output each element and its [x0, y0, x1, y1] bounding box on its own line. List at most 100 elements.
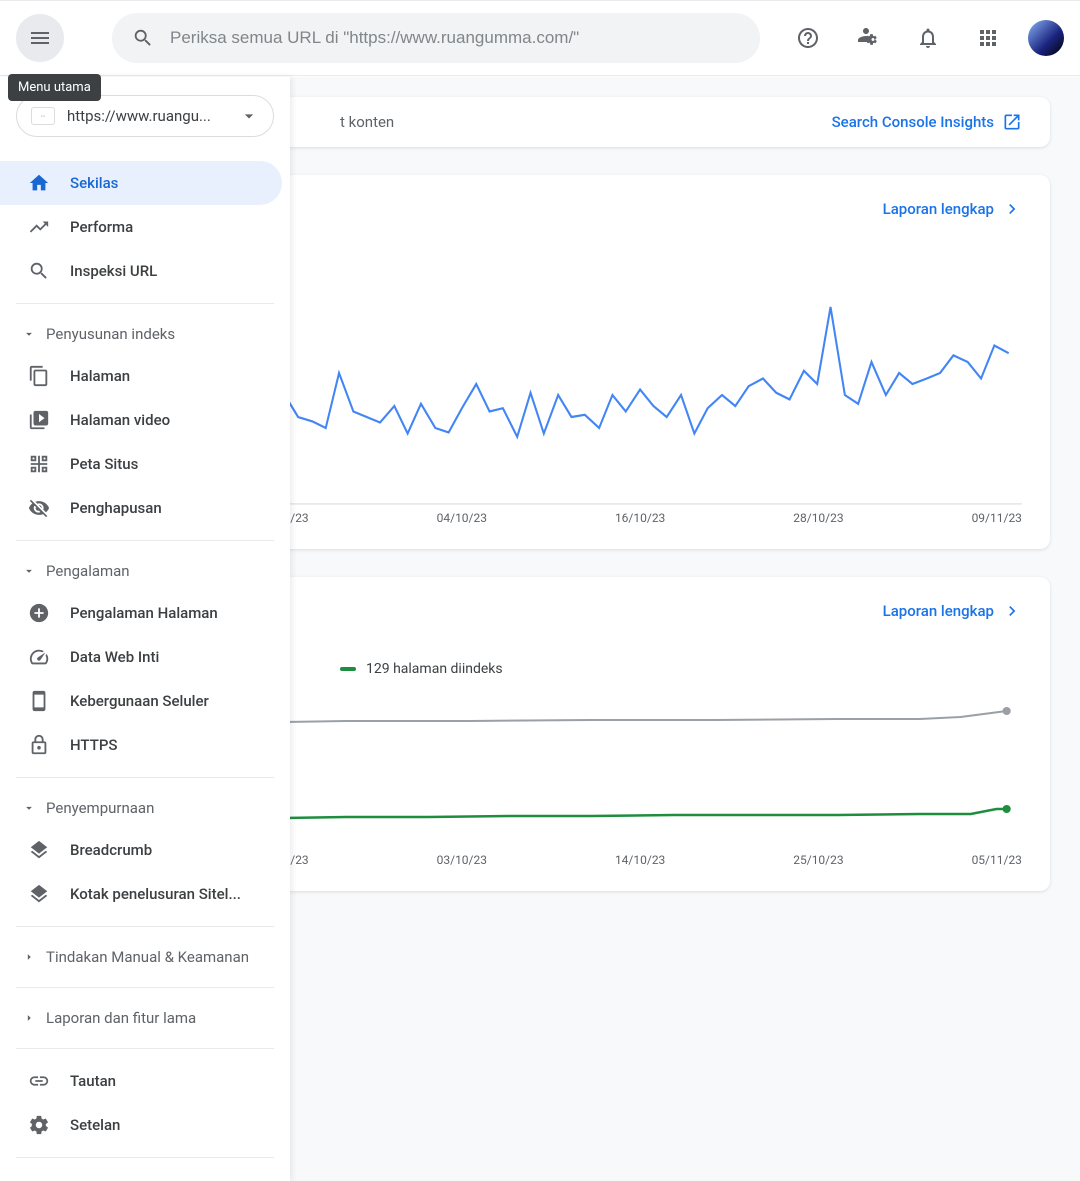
help-icon: [796, 26, 820, 50]
nav-label: Breadcrumb: [70, 841, 152, 859]
nav-breadcrumb[interactable]: Breadcrumb: [0, 828, 282, 872]
nav-page-experience[interactable]: Pengalaman Halaman: [0, 591, 282, 635]
sidebar: ·· https://www.ruangu... Sekilas Perform…: [0, 77, 290, 1181]
nav-label: Kebergunaan Seluler: [70, 692, 209, 710]
nav-url-inspection[interactable]: Inspeksi URL: [0, 249, 282, 293]
nav-label: Tautan: [70, 1072, 116, 1090]
help-button[interactable]: [788, 18, 828, 58]
nav-label: Inspeksi URL: [70, 262, 157, 280]
chevron-right-icon: [22, 1011, 36, 1025]
section-label: Penyusunan indeks: [46, 325, 175, 343]
link-label: Laporan lengkap: [883, 602, 994, 620]
search-icon: [28, 260, 50, 282]
link-icon: [28, 1070, 50, 1092]
user-settings-icon: [856, 26, 880, 50]
account-avatar[interactable]: [1028, 20, 1064, 56]
divider: [16, 926, 274, 927]
link-label: Laporan lengkap: [883, 200, 994, 218]
sitemap-icon: [28, 453, 50, 475]
property-selector[interactable]: ·· https://www.ruangu...: [16, 95, 274, 137]
nav-label: Setelan: [70, 1116, 120, 1134]
notifications-button[interactable]: [908, 18, 948, 58]
search-console-insights-link[interactable]: Search Console Insights: [832, 112, 1022, 132]
divider: [16, 1157, 274, 1158]
section-label: Tindakan Manual & Keamanan: [46, 948, 249, 966]
search-input[interactable]: [170, 28, 740, 48]
divider: [16, 540, 274, 541]
search-icon: [132, 27, 154, 49]
chevron-down-icon: [22, 564, 36, 578]
legend-label: 129 halaman diindeks: [366, 661, 503, 677]
divider: [16, 777, 274, 778]
divider: [16, 303, 274, 304]
open-external-icon: [1002, 112, 1022, 132]
gear-icon: [28, 1114, 50, 1136]
top-bar: [0, 0, 1080, 76]
top-actions: [768, 18, 1064, 58]
plus-circle-icon: [28, 602, 50, 624]
nav-overview[interactable]: Sekilas: [0, 161, 282, 205]
nav-removals[interactable]: Penghapusan: [0, 486, 282, 530]
nav-label: Data Web Inti: [70, 648, 159, 666]
legend-swatch-icon: [340, 667, 356, 671]
nav-settings[interactable]: Setelan: [0, 1103, 282, 1147]
url-inspection-search[interactable]: [112, 13, 760, 63]
nav-label: HTTPS: [70, 736, 117, 754]
nav-label: Kotak penelusuran Sitel...: [70, 885, 241, 903]
visibility-off-icon: [28, 497, 50, 519]
layers-icon: [28, 839, 50, 861]
nav-label: Performa: [70, 218, 133, 236]
property-label: https://www.ruangu...: [67, 107, 227, 125]
partial-text: t konten: [340, 113, 394, 131]
nav-label: Halaman: [70, 367, 130, 385]
nav-video-pages[interactable]: Halaman video: [0, 398, 282, 442]
nav-sitemaps[interactable]: Peta Situs: [0, 442, 282, 486]
indexing-full-report-link[interactable]: Laporan lengkap: [883, 601, 1022, 621]
nav-performance[interactable]: Performa: [0, 205, 282, 249]
nav-mobile-usability[interactable]: Kebergunaan Seluler: [0, 679, 282, 723]
indexed-legend: 129 halaman diindeks: [340, 661, 1022, 677]
users-button[interactable]: [848, 18, 888, 58]
trending-icon: [28, 216, 50, 238]
chevron-right-icon: [1002, 601, 1022, 621]
nav-label: Penghapusan: [70, 499, 162, 517]
nav-links[interactable]: Tautan: [0, 1059, 282, 1103]
speed-icon: [28, 646, 50, 668]
section-label: Penyempurnaan: [46, 799, 154, 817]
apps-grid-icon: [976, 26, 1000, 50]
chevron-down-icon: [22, 801, 36, 815]
bell-icon: [916, 26, 940, 50]
nav-label: Sekilas: [70, 174, 118, 192]
section-experience[interactable]: Pengalaman: [0, 551, 290, 591]
chevron-right-icon: [1002, 199, 1022, 219]
nav-label: Pengalaman Halaman: [70, 604, 218, 622]
video-icon: [28, 409, 50, 431]
layers-icon: [28, 883, 50, 905]
apps-button[interactable]: [968, 18, 1008, 58]
home-icon: [28, 172, 50, 194]
nav-sitelinks-searchbox[interactable]: Kotak penelusuran Sitel...: [0, 872, 282, 916]
chevron-right-icon: [22, 950, 36, 964]
site-favicon-icon: ··: [31, 107, 55, 125]
nav-https[interactable]: HTTPS: [0, 723, 282, 767]
copy-icon: [28, 365, 50, 387]
section-label: Laporan dan fitur lama: [46, 1009, 196, 1027]
nav-label: Peta Situs: [70, 455, 138, 473]
divider: [16, 1048, 274, 1049]
section-legacy[interactable]: Laporan dan fitur lama: [0, 998, 290, 1038]
lock-icon: [28, 734, 50, 756]
section-indexing[interactable]: Penyusunan indeks: [0, 314, 290, 354]
divider: [16, 987, 274, 988]
smartphone-icon: [28, 690, 50, 712]
chevron-down-icon: [22, 327, 36, 341]
section-label: Pengalaman: [46, 562, 130, 580]
menu-tooltip: Menu utama: [8, 74, 101, 101]
section-manual-security[interactable]: Tindakan Manual & Keamanan: [0, 937, 290, 977]
nav-core-web-vitals[interactable]: Data Web Inti: [0, 635, 282, 679]
main-menu-button[interactable]: [16, 14, 64, 62]
nav-pages[interactable]: Halaman: [0, 354, 282, 398]
section-enhancements[interactable]: Penyempurnaan: [0, 788, 290, 828]
nav-label: Halaman video: [70, 411, 170, 429]
link-label: Search Console Insights: [832, 113, 994, 131]
performance-full-report-link[interactable]: Laporan lengkap: [883, 199, 1022, 219]
